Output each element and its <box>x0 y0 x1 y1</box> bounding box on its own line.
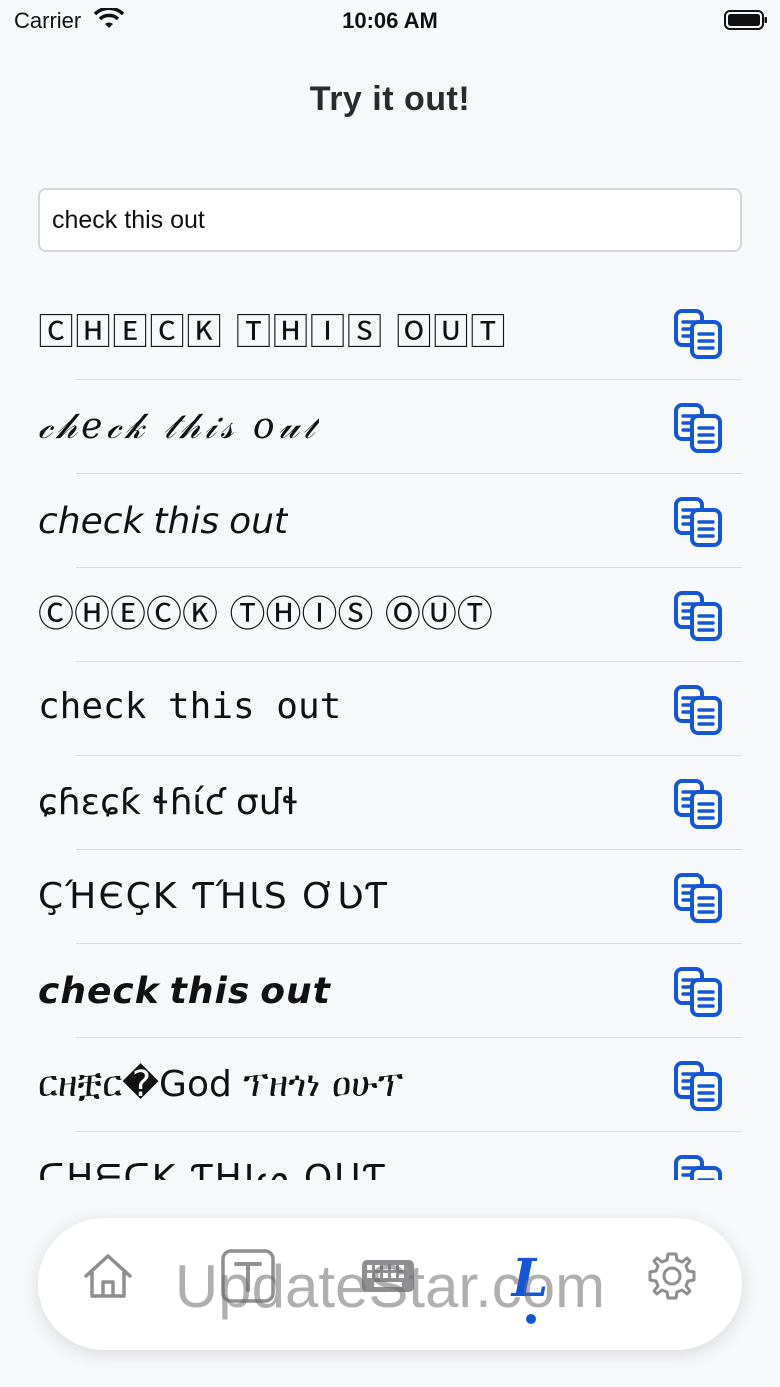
copy-button[interactable] <box>672 308 724 360</box>
list-item: 𝘤𝘩𝘦𝘤𝘬 𝘵𝘩𝘪𝘴 𝘰𝘶𝘵 <box>0 474 780 568</box>
copy-button[interactable] <box>672 778 724 830</box>
list-item: ርዘቿር�God ፕዘጎነ ዐሁፕ <box>0 1038 780 1132</box>
copy-button[interactable] <box>672 496 724 548</box>
status-bar: Carrier 10:06 AM <box>0 0 780 40</box>
styled-text: ⒸⒽⒺⒸⓀ ⓉⒽⒾⓈ ⓄⓊⓉ <box>38 594 493 635</box>
active-tab-indicator <box>526 1314 536 1324</box>
gear-icon <box>648 1252 696 1300</box>
fancy-l-icon: L <box>510 1248 549 1309</box>
copy-icon <box>674 497 722 547</box>
copy-icon <box>674 1155 722 1180</box>
copy-icon <box>674 779 722 829</box>
style-list[interactable]: 🄲🄷🄴🄲🄺 🅃🄷🄸🅂 🄾🅄🅃 𝒸𝒽𝑒𝒸𝓀 𝓉𝒽𝒾𝓈 𝑜𝓊𝓉 𝘤𝘩𝘦𝘤𝘬 𝘵𝘩𝘪𝘴… <box>0 286 780 1180</box>
styled-text: 𝒸𝒽𝑒𝒸𝓀 𝓉𝒽𝒾𝓈 𝑜𝓊𝓉 <box>38 406 320 447</box>
styled-text: 𝘤𝘩𝘦𝘤𝘬 𝘵𝘩𝘪𝘴 𝘰𝘶𝘵 <box>38 500 289 541</box>
copy-button[interactable] <box>672 1154 724 1180</box>
styled-text: 🄲🄷🄴🄲🄺 🅃🄷🄸🅂 🄾🅄🅃 <box>38 312 507 353</box>
list-item: 🄲🄷🄴🄲🄺 🅃🄷🄸🅂 🄾🅄🅃 <box>0 286 780 380</box>
tab-settings[interactable] <box>642 1246 702 1306</box>
styled-text: 𝚌𝚑𝚎𝚌𝚔 𝚝𝚑𝚒𝚜 𝚘𝚞𝚝 <box>38 688 342 729</box>
copy-icon <box>674 967 722 1017</box>
home-icon <box>84 1254 132 1298</box>
tab-keyboard[interactable] <box>358 1246 418 1306</box>
list-item: 𝙘𝙝𝙚𝙘𝙠 𝙩𝙝𝙞𝙨 𝙤𝙪𝙩 <box>0 944 780 1038</box>
tab-bar: L <box>38 1218 742 1350</box>
copy-icon <box>674 685 722 735</box>
copy-button[interactable] <box>672 966 724 1018</box>
styled-text: ɕɦɛɕƙ ɬɦίƈ σմɬ <box>38 782 300 823</box>
styled-text: 𝙘𝙝𝙚𝙘𝙠 𝙩𝙝𝙞𝙨 𝙤𝙪𝙩 <box>38 971 331 1011</box>
copy-button[interactable] <box>672 590 724 642</box>
keyboard-icon <box>362 1260 414 1292</box>
svg-text:L: L <box>510 1248 549 1306</box>
text-input[interactable] <box>38 188 742 252</box>
text-icon <box>221 1249 275 1303</box>
tab-text[interactable] <box>218 1246 278 1306</box>
clock: 10:06 AM <box>342 8 438 33</box>
copy-icon <box>674 403 722 453</box>
list-item: 𝚌𝚑𝚎𝚌𝚔 𝚝𝚑𝚒𝚜 𝚘𝚞𝚝 <box>0 662 780 756</box>
tab-home[interactable] <box>78 1246 138 1306</box>
list-item: ⒸⒽⒺⒸⓀ ⓉⒽⒾⓈ ⓄⓊⓉ <box>0 568 780 662</box>
battery-icon <box>724 10 768 30</box>
list-item: ÇΉЄÇΚ ƬΉƖS ƠƲƬ <box>0 850 780 944</box>
tab-fonts[interactable]: L <box>500 1246 560 1309</box>
styled-text: ᑕᕼᗴᑕK ƬᕼIᔕ OᑌƬ <box>38 1158 387 1180</box>
copy-icon <box>674 591 722 641</box>
styled-text: ርዘቿር�God ፕዘጎነ ዐሁፕ <box>38 1064 404 1105</box>
copy-button[interactable] <box>672 684 724 736</box>
copy-icon <box>674 1061 722 1111</box>
page-title: Try it out! <box>309 80 471 118</box>
copy-button[interactable] <box>672 402 724 454</box>
list-item: ɕɦɛɕƙ ɬɦίƈ σմɬ <box>0 756 780 850</box>
list-item: 𝒸𝒽𝑒𝒸𝓀 𝓉𝒽𝒾𝓈 𝑜𝓊𝓉 <box>0 380 780 474</box>
copy-icon <box>674 873 722 923</box>
copy-icon <box>674 309 722 359</box>
styled-text: ÇΉЄÇΚ ƬΉƖS ƠƲƬ <box>38 876 389 917</box>
list-item: ᑕᕼᗴᑕK ƬᕼIᔕ OᑌƬ <box>0 1132 780 1180</box>
copy-button[interactable] <box>672 1060 724 1112</box>
copy-button[interactable] <box>672 872 724 924</box>
